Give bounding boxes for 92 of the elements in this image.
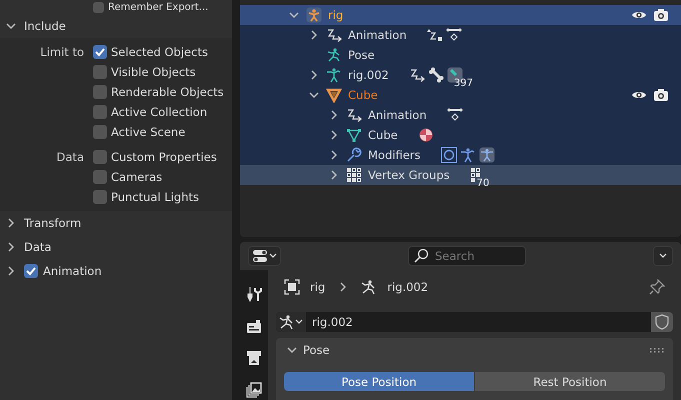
stick-figure-icon [460,147,476,163]
caret-icon [659,252,667,260]
datablock-browse-button[interactable] [276,312,306,332]
printer-icon [246,350,262,366]
image-stack-icon [246,382,262,398]
checkbox-label: Active Collection [111,105,208,119]
outliner-row[interactable]: Cube [240,85,681,105]
checkbox[interactable] [93,85,107,99]
item-label: rig.002 [348,68,389,82]
properties-tab[interactable] [244,348,264,368]
material-sphere-icon [418,127,434,143]
curve-arrow-icon [408,67,425,83]
item-label: Modifiers [368,148,420,162]
item-label: Pose [348,48,375,62]
outliner-row[interactable]: rig [240,5,681,25]
item-label: Vertex Groups [368,168,450,182]
section-title: Transform [24,216,82,230]
properties-tab[interactable] [244,380,264,400]
breadcrumb-label: rig.002 [387,280,428,294]
checkbox[interactable] [93,170,107,184]
checkbox[interactable] [93,190,107,204]
section-title: Animation [43,264,102,278]
mesh-triangle-icon [346,127,362,143]
checkbox-label: Cameras [111,170,162,184]
grid-icon [346,167,362,183]
section-header[interactable]: Transform [0,211,232,235]
item-label: rig [328,8,344,22]
outliner-row[interactable]: Cube [240,125,681,145]
checkbox-label: Selected Objects [111,45,208,59]
fcurve-icon [426,27,443,43]
outliner-row[interactable]: Vertex Groups 70 [240,165,681,185]
checkbox[interactable] [93,45,107,59]
checkbox[interactable] [93,2,104,12]
item-label: Animation [348,28,407,42]
search-icon [413,248,429,264]
running-figure-icon [279,314,295,330]
armature-object-icon [306,7,322,23]
checkbox-label: Visible Objects [111,65,196,79]
curve-arrow-icon [326,27,342,43]
triangle-icon [326,87,342,103]
outliner-row[interactable]: Animation [240,105,681,125]
item-label: Cube [368,128,398,142]
section-header[interactable]: Data [0,235,232,259]
keyframe-icon [446,27,462,43]
checkbox-label: Renderable Objects [111,85,224,99]
stick-figure-icon [361,279,378,295]
checkbox-label: Remember Export... [108,2,208,12]
section-title: Data [24,240,52,254]
outliner-row[interactable]: Pose [240,45,681,65]
checkbox[interactable] [24,264,38,278]
panel-title: Pose [303,343,330,357]
wrench-icon [346,147,362,163]
outliner-row[interactable]: Animation [240,25,681,45]
segment-button[interactable]: Pose Position [284,372,474,391]
checkbox-label: Active Scene [111,125,186,139]
breadcrumb-label: rig [310,280,326,294]
caret-icon [295,318,303,326]
outliner-row[interactable]: Modifiers [240,145,681,165]
editor-type-button[interactable] [248,246,281,266]
camera-icon[interactable] [653,87,669,103]
section-title: Include [24,19,66,33]
running-figure-icon [326,47,342,63]
item-label: Animation [368,108,427,122]
options-dropdown-button[interactable] [653,246,673,266]
camera-icon[interactable] [653,7,669,23]
camera-back-icon [246,318,262,334]
object-icon [284,279,300,295]
group-label: Data [56,150,84,164]
checkbox[interactable] [93,125,107,139]
fake-user-button[interactable] [651,312,673,332]
keyframe-icon [446,107,463,123]
segment-button[interactable]: Rest Position [475,372,665,391]
caret-icon [269,252,277,260]
item-label: Cube [348,88,378,102]
stick-figure-icon [326,67,342,83]
tools-icon [246,286,262,302]
checkbox[interactable] [93,65,107,79]
checkbox[interactable] [93,150,107,164]
outliner-row[interactable]: rig.002 397 [240,65,681,85]
search-field[interactable]: Search [408,246,526,266]
section-header[interactable]: Animation [0,259,232,283]
stick-figure-icon [478,147,494,163]
group-label: Limit to [40,45,84,59]
checkbox-label: Punctual Lights [111,190,200,204]
checkbox[interactable] [93,105,107,119]
curve-arrow-icon [346,107,362,123]
pin-icon[interactable] [649,279,665,295]
square-circle-icon [440,147,456,163]
section-header[interactable]: Include [0,14,232,38]
toggle-icon [252,248,268,264]
shield-icon [654,314,670,330]
checkbox-label: Custom Properties [111,150,217,164]
